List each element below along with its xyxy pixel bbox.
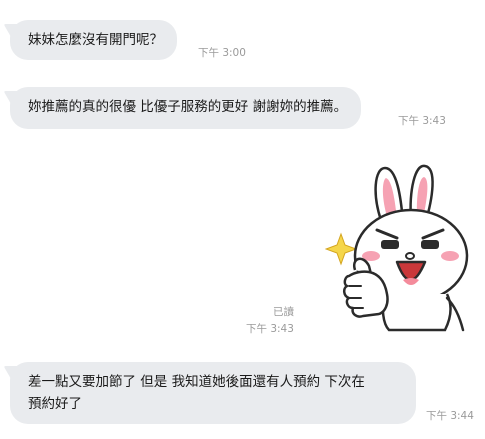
sparkle-icon [325, 232, 358, 266]
message-timestamp: 下午 3:43 [398, 115, 446, 127]
eye-left [381, 240, 399, 249]
bubble-tail [3, 91, 25, 103]
eye-right [421, 240, 439, 249]
sticker-body [381, 293, 452, 332]
message-timestamp: 下午 3:43 [246, 323, 294, 335]
message-timestamp: 下午 3:00 [198, 47, 246, 59]
chat-window: 妹妹怎麼沒有開門呢？ 下午 3:00 妳推薦的真的很優 比優子服務的更好 謝謝妳… [0, 0, 485, 439]
nose [405, 252, 415, 260]
message-text: 妳推薦的真的很優 比優子服務的更好 謝謝妳的推薦。 [28, 99, 348, 115]
read-receipt: 已讀 [273, 306, 294, 318]
message-timestamp: 下午 3:44 [426, 410, 474, 422]
message-text: 差一點又要加節了 但是 我知道她後面還有人預約 下次在 預約好了 [28, 374, 365, 412]
cony-thumbs-up-sticker[interactable] [325, 158, 485, 333]
bubble-tail [3, 24, 25, 36]
message-text: 妹妹怎麼沒有開門呢？ [28, 32, 163, 48]
incoming-message-bubble[interactable]: 妹妹怎麼沒有開門呢？ [3, 20, 177, 60]
cheek-right [441, 251, 459, 261]
incoming-message-bubble[interactable]: 差一點又要加節了 但是 我知道她後面還有人預約 下次在 預約好了 [3, 362, 416, 424]
bubble-tail [3, 366, 25, 378]
incoming-message-bubble[interactable]: 妳推薦的真的很優 比優子服務的更好 謝謝妳的推薦。 [3, 87, 362, 129]
